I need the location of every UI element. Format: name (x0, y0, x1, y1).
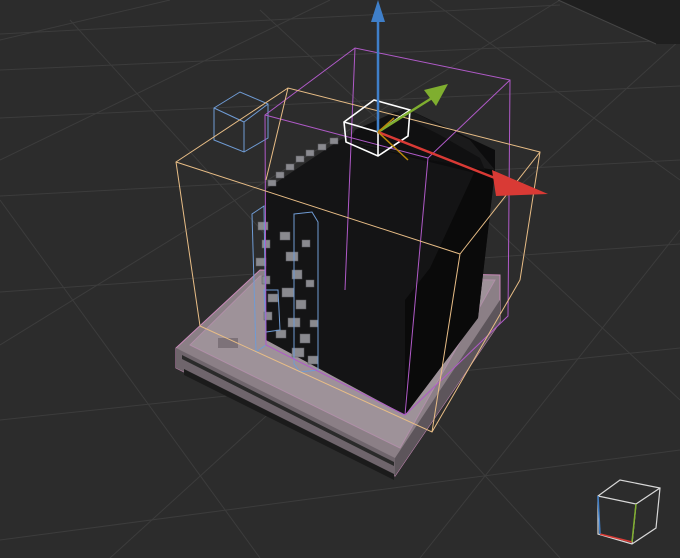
x-axis-arrow[interactable] (492, 170, 548, 196)
view-cube-y-edge (631, 503, 637, 543)
view-cube-x-edge (599, 533, 633, 543)
horizon-shadow (560, 0, 680, 44)
z-axis-arrow[interactable] (371, 0, 385, 22)
view-cube-icon[interactable] (590, 474, 666, 550)
y-axis-arrow[interactable] (424, 84, 448, 106)
scene-canvas[interactable] (0, 0, 680, 558)
3d-viewport[interactable] (0, 0, 680, 558)
